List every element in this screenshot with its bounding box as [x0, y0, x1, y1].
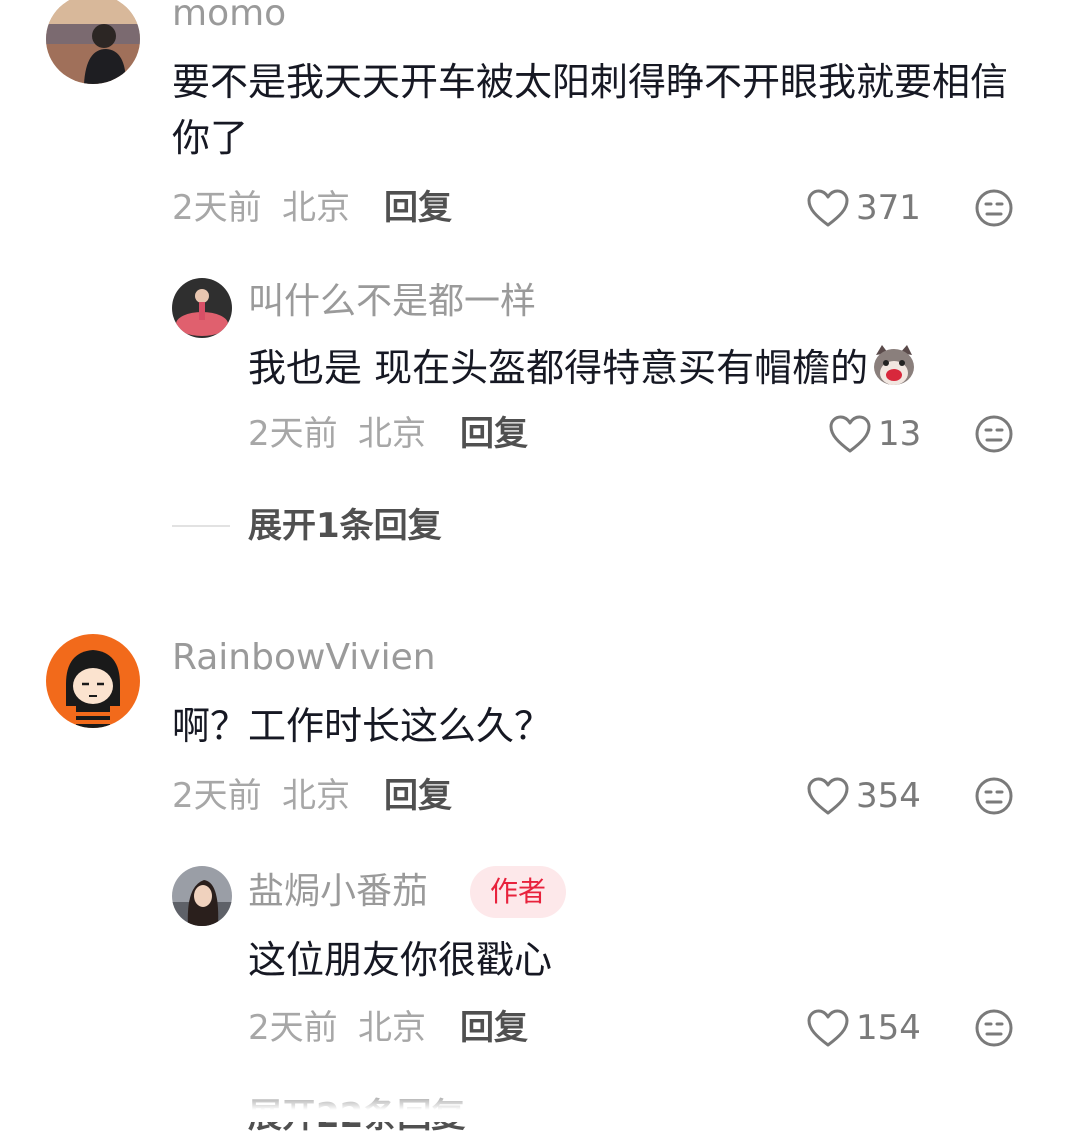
like-button[interactable]: 13	[828, 412, 921, 456]
dislike-face-icon[interactable]	[974, 188, 1014, 228]
avatar[interactable]	[172, 278, 232, 338]
dislike-face-icon[interactable]	[974, 1008, 1014, 1048]
reply-button[interactable]: 回复	[384, 186, 452, 230]
comment-location: 北京	[358, 414, 426, 454]
comment-location: 北京	[358, 1008, 426, 1048]
avatar-image	[46, 0, 140, 84]
comment-time: 2天前	[172, 188, 262, 228]
comment-text: 我也是 现在头盔都得特意买有帽檐的	[248, 340, 1028, 396]
expand-replies-label: 展开1条回复	[248, 506, 442, 546]
dislike-face-icon[interactable]	[974, 776, 1014, 816]
reply-button[interactable]: 回复	[460, 1006, 528, 1050]
comment-location: 北京	[282, 188, 350, 228]
comment-username[interactable]: 盐焗小番茄	[248, 870, 428, 914]
comment-time: 2天前	[248, 414, 338, 454]
comment-location: 北京	[282, 776, 350, 816]
avatar[interactable]	[172, 866, 232, 926]
author-badge: 作者	[470, 866, 567, 918]
comment-time: 2天前	[172, 776, 262, 816]
avatar[interactable]	[46, 634, 140, 728]
avatar[interactable]	[46, 0, 140, 84]
comment-text: 要不是我天天开车被太阳刺得睁不开眼我就要相信你了	[172, 60, 1009, 160]
comment-text: 啊？工作时长这么久？	[172, 704, 553, 748]
comment-time: 2天前	[248, 1008, 338, 1048]
bottom-fade	[0, 1082, 1080, 1122]
divider-line	[172, 525, 230, 527]
heart-icon	[807, 189, 849, 227]
heart-icon	[807, 1009, 849, 1047]
comment-text-body: 我也是 现在头盔都得特意买有帽檐的	[248, 346, 869, 390]
avatar-image	[172, 278, 232, 338]
comment-text: 这位朋友你很戳心	[248, 938, 553, 982]
heart-icon	[807, 777, 849, 815]
like-button[interactable]: 154	[806, 1006, 921, 1050]
like-count: 371	[856, 188, 921, 228]
comment-username[interactable]: 叫什么不是都一样	[248, 280, 536, 324]
reply-button[interactable]: 回复	[460, 412, 528, 456]
like-count: 154	[856, 1008, 921, 1048]
avatar-image	[46, 634, 140, 728]
dislike-face-icon[interactable]	[974, 414, 1014, 454]
like-count: 354	[856, 776, 921, 816]
reply-button[interactable]: 回复	[384, 774, 452, 818]
avatar-image	[172, 866, 232, 926]
comment-username[interactable]: momo	[172, 0, 286, 36]
emoji-sticker-icon	[874, 345, 915, 385]
like-count: 13	[878, 414, 922, 454]
like-button[interactable]: 371	[806, 186, 921, 230]
expand-replies-button[interactable]: 展开1条回复	[172, 504, 442, 548]
heart-icon	[829, 415, 871, 453]
like-button[interactable]: 354	[806, 774, 921, 818]
comment-username[interactable]: RainbowVivien	[172, 636, 436, 680]
